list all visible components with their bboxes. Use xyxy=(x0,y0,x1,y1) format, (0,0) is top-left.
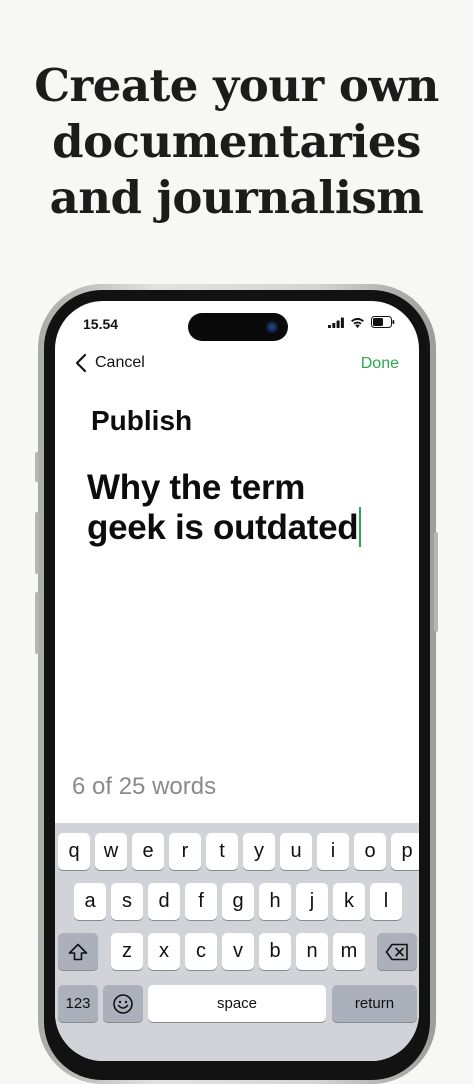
key-q[interactable]: q xyxy=(58,833,90,870)
title-text-line: Why the term xyxy=(87,468,306,507)
key-p[interactable]: p xyxy=(391,833,419,870)
key-h[interactable]: h xyxy=(259,883,291,920)
backspace-icon xyxy=(385,943,408,960)
title-text-field[interactable]: Why the term geek is outdated xyxy=(87,469,397,547)
dynamic-island xyxy=(188,313,288,341)
phone-side-button xyxy=(35,592,39,654)
key-v[interactable]: v xyxy=(222,933,254,970)
key-d[interactable]: d xyxy=(148,883,180,920)
key-n[interactable]: n xyxy=(296,933,328,970)
key-f[interactable]: f xyxy=(185,883,217,920)
key-t[interactable]: t xyxy=(206,833,238,870)
key-m[interactable]: m xyxy=(333,933,365,970)
headline-line: and journalism xyxy=(49,171,424,224)
back-chevron-icon xyxy=(75,353,87,373)
word-count: 6 of 25 words xyxy=(72,773,217,800)
text-caret xyxy=(359,507,362,547)
key-l[interactable]: l xyxy=(370,883,402,920)
phone-side-button xyxy=(35,512,39,574)
page-title: Publish xyxy=(91,405,193,436)
key-g[interactable]: g xyxy=(222,883,254,920)
battery-icon xyxy=(371,316,395,328)
phone-side-button xyxy=(35,452,39,482)
numbers-key[interactable]: 123 xyxy=(58,985,98,1022)
phone-side-button xyxy=(434,532,438,632)
headline-line: Create your own xyxy=(34,59,439,112)
key-j[interactable]: j xyxy=(296,883,328,920)
key-e[interactable]: e xyxy=(132,833,164,870)
key-o[interactable]: o xyxy=(354,833,386,870)
return-key[interactable]: return xyxy=(332,985,417,1022)
keyboard: q w e r t y u i o p a s d f g h j k l z … xyxy=(55,823,419,1061)
space-key[interactable]: space xyxy=(148,985,326,1022)
key-s[interactable]: s xyxy=(111,883,143,920)
shift-key[interactable] xyxy=(58,933,98,970)
cancel-label: Cancel xyxy=(95,354,145,371)
key-r[interactable]: r xyxy=(169,833,201,870)
key-z[interactable]: z xyxy=(111,933,143,970)
status-time: 15.54 xyxy=(83,316,119,332)
headline-line: documentaries xyxy=(52,115,421,168)
wifi-icon xyxy=(351,317,364,328)
done-button[interactable]: Done xyxy=(361,355,399,373)
key-b[interactable]: b xyxy=(259,933,291,970)
phone-screen: 15.54 Cancel Done Publish Why the term g… xyxy=(55,301,419,1061)
cancel-button[interactable]: Cancel xyxy=(75,353,145,373)
key-x[interactable]: x xyxy=(148,933,180,970)
title-text-line: geek is outdated xyxy=(87,508,359,547)
key-w[interactable]: w xyxy=(95,833,127,870)
key-k[interactable]: k xyxy=(333,883,365,920)
shift-icon xyxy=(68,943,88,960)
emoji-key[interactable] xyxy=(103,985,143,1022)
status-icons xyxy=(328,316,395,328)
key-a[interactable]: a xyxy=(74,883,106,920)
headline: Create your own documentaries and journa… xyxy=(0,58,473,226)
backspace-key[interactable] xyxy=(377,933,417,970)
emoji-icon xyxy=(113,993,133,1014)
signal-icon xyxy=(328,317,344,328)
key-u[interactable]: u xyxy=(280,833,312,870)
key-y[interactable]: y xyxy=(243,833,275,870)
key-i[interactable]: i xyxy=(317,833,349,870)
key-c[interactable]: c xyxy=(185,933,217,970)
